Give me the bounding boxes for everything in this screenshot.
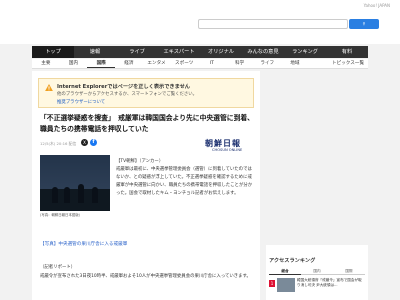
photo-link[interactable]: 【写真】中央選管の果川庁舎に入る戒厳軍 <box>40 241 127 247</box>
ranking-title: アクセスランキング <box>269 258 316 264</box>
source-logo-sub: CHOSUN ONLINE <box>212 148 243 152</box>
image-crowd <box>40 189 110 211</box>
ie-warning-title: Internet Explorerではページを正しく表示できません <box>57 84 190 90</box>
nav-item[interactable]: ランキング <box>284 46 326 58</box>
image-figure <box>78 184 84 203</box>
category-tab[interactable]: 国際 <box>87 59 116 68</box>
rank-number: 1 <box>269 280 275 287</box>
article-paragraph-1: 【TV朝鮮】（アンカー） 戒厳軍は最初に、中央選挙管理委員会（選管）に到着してい… <box>116 158 254 198</box>
nav-item[interactable]: オリジナル <box>200 46 242 58</box>
ie-warning-body: 他のブラウザーからアクセスするか、スマートフォンでご覧ください。 <box>57 92 198 97</box>
main-nav: トップ 速報 ライブ エキスパート オリジナル みんなの意見 ランキング 有料 <box>32 46 368 58</box>
paragraph-text: 戒厳軍は最初に、中央選挙管理委員会（選管）に到着していたのではないか、との疑惑が… <box>116 167 253 196</box>
image-figure <box>92 187 98 203</box>
article-headline: 「不正選挙疑惑を捜査」 戒厳軍は韓国国会より先に中央選管に到着、職員たちの携帯電… <box>40 114 254 133</box>
article-image[interactable] <box>40 155 110 211</box>
category-tab[interactable]: 科学 <box>226 59 254 68</box>
ranking-item[interactable]: 1 韓国大統領府「戒厳令」宣布で国会が取り消し可決 尹大統領は... <box>269 278 365 298</box>
ranking-tab[interactable]: 国際 <box>333 267 365 275</box>
nav-item[interactable]: 有料 <box>326 46 368 58</box>
ranking-tab[interactable]: 国内 <box>301 267 333 275</box>
facebook-share-icon[interactable]: f <box>90 139 97 146</box>
category-tab[interactable]: スポーツ <box>170 59 198 68</box>
report-label: （記者リポート） <box>40 265 76 270</box>
image-figure <box>52 187 58 203</box>
category-tab[interactable]: ライフ <box>253 59 281 68</box>
nav-item[interactable]: ライブ <box>116 46 158 58</box>
topics-list-link[interactable]: トピックス一覧 <box>309 59 368 68</box>
top-links[interactable]: Yahoo! JAPAN <box>364 3 390 8</box>
ranking-tabs: 総合 国内 国際 <box>269 267 365 275</box>
image-figure <box>64 187 70 203</box>
paragraph-label: 【TV朝鮮】（アンカー） <box>116 159 164 164</box>
search-input[interactable] <box>198 19 348 29</box>
image-caption: (写真：朝鮮日報日本語版) <box>40 213 80 217</box>
top-strip: Yahoo! JAPAN <box>0 0 400 14</box>
rank-title: 韓国大統領府「戒厳令」宣布で国会が取り消し可決 尹大統領は... <box>297 278 362 287</box>
ranking-tab[interactable]: 総合 <box>269 267 301 275</box>
search-button[interactable]: ⚲ <box>349 19 379 29</box>
category-tab[interactable]: IT <box>198 59 226 68</box>
x-share-icon[interactable]: X <box>81 139 88 146</box>
category-tab[interactable]: 経済 <box>115 59 143 68</box>
category-tab[interactable]: 国内 <box>60 59 88 68</box>
warning-icon <box>45 84 53 91</box>
category-nav: 主要 国内 国際 経済 エンタメ スポーツ IT 科学 ライフ 地域 トピックス一覧 <box>32 59 368 69</box>
rank-thumbnail <box>277 278 295 292</box>
recommended-browser-link[interactable]: 推奨ブラウザーについて <box>57 99 105 105</box>
search-icon: ⚲ <box>362 21 366 26</box>
ie-warning-banner: Internet Explorerではページを正しく表示できません 他のブラウザ… <box>38 78 254 108</box>
article-date: 12/5(木) 20:16 配信 <box>40 141 77 146</box>
article-paragraph-2: 戒厳令が宣布された3日夜10時半、戒厳軍およそ10人が中央選挙管理委員会の果川庁… <box>40 274 251 279</box>
nav-item[interactable]: みんなの意見 <box>242 46 284 58</box>
category-tab[interactable]: 地域 <box>281 59 309 68</box>
nav-item[interactable]: トップ <box>32 46 74 58</box>
category-tab[interactable]: エンタメ <box>143 59 171 68</box>
nav-item[interactable]: 速報 <box>74 46 116 58</box>
category-tab[interactable]: 主要 <box>32 59 60 68</box>
nav-item[interactable]: エキスパート <box>158 46 200 58</box>
